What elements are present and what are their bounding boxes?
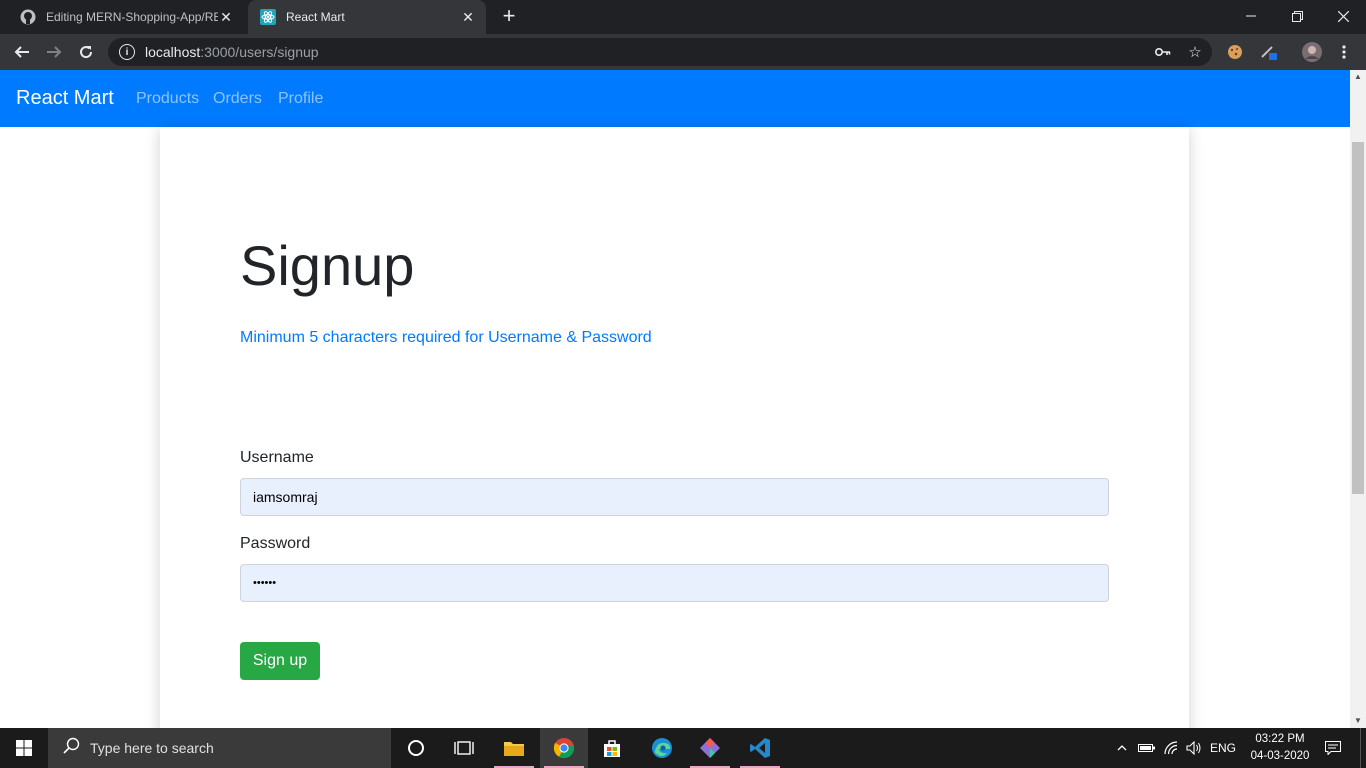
scroll-down-arrow-icon[interactable]: ▼ [1350,714,1366,728]
nav-link-orders[interactable]: Orders [213,90,262,108]
username-input[interactable]: iamsomraj [240,478,1109,516]
github-icon [20,9,36,25]
password-input[interactable]: •••••• [240,564,1109,602]
signup-card: Signup Minimum 5 characters required for… [160,127,1189,728]
clock-time: 03:22 PM [1255,733,1305,745]
taskbar-search-box[interactable]: Type here to search [48,728,391,768]
browser-tab-strip: Editing MERN-Shopping-App/RE ✕ React Mar… [0,0,1366,34]
browser-menu-icon[interactable] [1334,42,1354,62]
username-value: iamsomraj [253,489,318,505]
pen-extension-icon[interactable] [1259,42,1279,62]
signup-button[interactable]: Sign up [240,642,320,680]
browser-toolbar: i localhost:3000/users/signup ☆ [0,34,1366,70]
taskbar-clock[interactable]: 03:22 PM 04-03-2020 [1240,731,1320,765]
show-desktop-button[interactable] [1360,728,1366,768]
new-tab-button[interactable]: + [498,5,520,28]
tab-title: React Mart [286,10,345,24]
react-icon [260,9,276,25]
cookie-extension-icon[interactable] [1225,42,1245,62]
close-tab-icon[interactable]: ✕ [218,9,234,25]
app-navbar: React Mart Products Orders Profile [0,70,1350,127]
windows-start-icon[interactable] [0,728,48,768]
clock-date: 04-03-2020 [1250,750,1310,762]
tab-title: Editing MERN-Shopping-App/RE [46,10,218,24]
search-placeholder: Type here to search [90,740,214,756]
password-value: •••••• [253,577,277,589]
volume-icon[interactable] [1184,728,1204,768]
bookmark-star-icon[interactable]: ☆ [1185,42,1205,62]
browser-tab-github[interactable]: Editing MERN-Shopping-App/RE ✕ [8,0,244,34]
nav-link-products[interactable]: Products [136,90,199,108]
scroll-up-arrow-icon[interactable]: ▲ [1350,70,1366,84]
back-button[interactable] [10,40,34,64]
url-path: :3000/users/signup [200,44,319,60]
chrome-icon[interactable] [540,728,588,768]
vscode-icon[interactable] [736,728,784,768]
edge-icon[interactable] [638,728,686,768]
nav-link-profile[interactable]: Profile [278,90,323,108]
url-host: localhost [145,44,201,60]
show-hidden-icons-chevron-icon[interactable] [1112,728,1132,768]
scrollbar-thumb[interactable] [1352,142,1364,494]
profile-avatar[interactable] [1301,41,1323,63]
restore-button[interactable] [1274,0,1320,32]
battery-icon[interactable] [1136,728,1158,768]
browser-tab-react-mart[interactable]: React Mart ✕ [248,0,486,34]
notifications-icon[interactable] [1320,728,1346,768]
page-title: Signup [240,234,415,297]
wifi-icon[interactable] [1160,728,1184,768]
windows-taskbar: Type here to search ENG 03:22 PM 04-03-2… [0,728,1366,768]
address-bar[interactable]: i localhost:3000/users/signup [108,38,1212,66]
search-icon [62,737,82,760]
key-icon[interactable] [1153,42,1173,62]
forward-button[interactable] [42,40,66,64]
cortana-icon[interactable] [392,728,440,768]
form-hint: Minimum 5 characters required for Userna… [240,329,652,346]
password-label: Password [240,535,311,552]
site-info-icon[interactable]: i [119,44,135,60]
minimize-button[interactable] [1228,0,1274,32]
page-viewport: React Mart Products Orders Profile Signu… [0,70,1366,728]
microsoft-store-icon[interactable] [588,728,636,768]
close-window-button[interactable] [1320,0,1366,32]
file-explorer-icon[interactable] [490,728,538,768]
task-view-icon[interactable] [440,728,488,768]
reload-button[interactable] [74,40,98,64]
input-language[interactable]: ENG [1206,728,1240,768]
navbar-brand[interactable]: React Mart [16,87,114,110]
close-tab-icon[interactable]: ✕ [460,9,476,25]
git-tool-icon[interactable] [686,728,734,768]
username-label: Username [240,449,314,466]
url-text: localhost:3000/users/signup [145,44,319,60]
